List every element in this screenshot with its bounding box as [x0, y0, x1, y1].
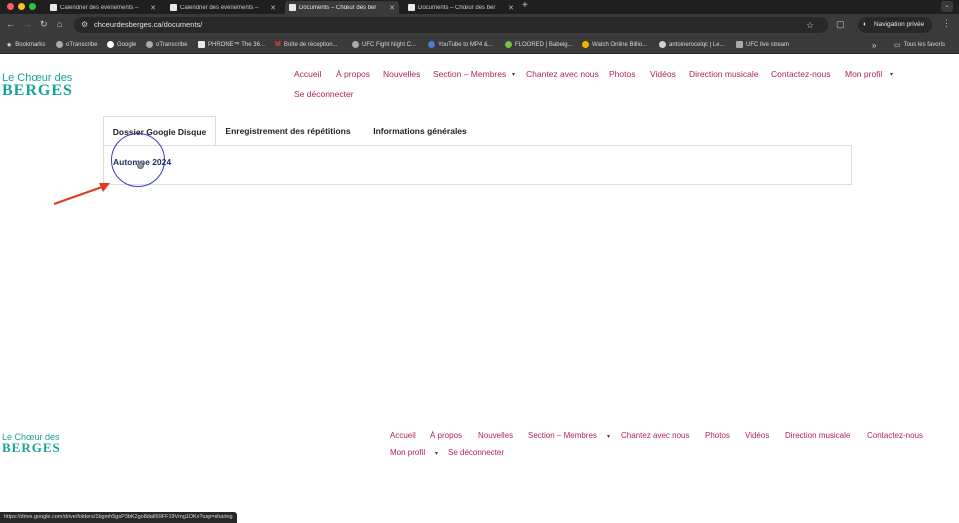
- nav-item-contactez-nous[interactable]: Contactez-nous: [771, 69, 831, 79]
- nav-item-a-propos[interactable]: À propos: [336, 69, 370, 79]
- back-arrow-icon[interactable]: ←: [6, 19, 15, 29]
- web-page: Le Chœur des BERGES Accueil À propos Nou…: [0, 55, 959, 523]
- folder-icon: ▭: [894, 42, 901, 49]
- site-favicon-icon: [289, 4, 296, 11]
- minimize-window-button[interactable]: [18, 3, 25, 10]
- globe-icon: [146, 41, 153, 48]
- bookmark-item[interactable]: YouTube to MP4 &...: [428, 41, 493, 48]
- close-tab-icon[interactable]: ✕: [150, 4, 156, 12]
- click-highlight-circle: [111, 133, 165, 187]
- bookmarks-overflow-button[interactable]: »: [872, 41, 876, 50]
- bookmark-item[interactable]: Google: [107, 41, 136, 48]
- gmail-icon: M: [275, 41, 281, 48]
- footer-nav-a-propos[interactable]: À propos: [430, 431, 462, 440]
- arrow-shaft: [53, 186, 103, 205]
- status-bar-url: https://drive.google.com/drive/folders/1…: [0, 512, 237, 523]
- nav-item-se-deconnecter[interactable]: Se déconnecter: [294, 89, 354, 99]
- bookmark-item[interactable]: FLOORED | Babeig...: [505, 41, 573, 48]
- cursor-pointer-icon: [137, 162, 144, 169]
- browser-tab-strip: Calendrier des événements – ✕ Calendrier…: [0, 0, 959, 14]
- close-tab-icon[interactable]: ✕: [270, 4, 276, 12]
- bookmark-item[interactable]: ★ Bookmarks: [6, 41, 45, 49]
- site-favicon-icon: [170, 4, 177, 11]
- nav-item-nouvelles[interactable]: Nouvelles: [383, 69, 420, 79]
- site-info-icon[interactable]: ⚙: [81, 20, 88, 29]
- nav-item-section-membres[interactable]: Section – Membres: [433, 69, 506, 79]
- incognito-icon: ◐: [863, 21, 868, 28]
- footer-nav-mon-profil[interactable]: Mon profil: [390, 448, 425, 457]
- globe-icon: [56, 41, 63, 48]
- bookmark-star-icon[interactable]: ☆: [806, 20, 814, 31]
- bookmark-icon: [198, 41, 205, 48]
- footer-nav-photos[interactable]: Photos: [705, 431, 730, 440]
- documents-tabs: Dossier Google Disque Enregistrement des…: [103, 116, 852, 146]
- footer-nav-chantez-avec-nous[interactable]: Chantez avec nous: [621, 431, 690, 440]
- chevron-down-icon[interactable]: ▾: [435, 450, 438, 457]
- url-text[interactable]: chceurdesberges.ca/documents/: [94, 20, 202, 29]
- window-controls: [7, 3, 36, 10]
- chevron-down-icon[interactable]: ▾: [607, 433, 610, 440]
- browser-tab[interactable]: Calendrier des événements – ✕: [166, 1, 280, 14]
- incognito-indicator[interactable]: ◐ Navigation privée: [858, 17, 932, 33]
- tab-panel: Automne 2024: [103, 145, 852, 185]
- footer-nav-contactez-nous[interactable]: Contactez-nous: [867, 431, 923, 440]
- footer-nav-accueil[interactable]: Accueil: [390, 431, 416, 440]
- all-bookmarks-folder[interactable]: ▭ Tous les favoris: [894, 41, 945, 49]
- tab-search-chevron-icon[interactable]: ⌄: [941, 1, 953, 12]
- browser-menu-icon[interactable]: ⋮: [942, 18, 951, 29]
- site-favicon-icon: [408, 4, 415, 11]
- bookmarks-bar: ★ Bookmarks oTranscribe Google oTranscrib…: [0, 36, 959, 54]
- reload-icon[interactable]: ↻: [40, 19, 48, 30]
- bookmark-item[interactable]: antoinerocelqc | Le...: [659, 41, 725, 48]
- bookmark-item[interactable]: UFC live stream: [736, 41, 789, 48]
- globe-icon: [736, 41, 743, 48]
- footer-nav-nouvelles[interactable]: Nouvelles: [478, 431, 513, 440]
- bookmark-item[interactable]: M Boîte de réception...: [275, 41, 338, 48]
- maximize-window-button[interactable]: [29, 3, 36, 10]
- bookmark-item[interactable]: Watch Online Billio...: [582, 41, 647, 48]
- nav-item-accueil[interactable]: Accueil: [294, 69, 321, 79]
- bookmark-item[interactable]: PHRONE™ The 36...: [198, 41, 265, 48]
- close-tab-icon[interactable]: ✕: [389, 4, 395, 12]
- nav-item-photos[interactable]: Photos: [609, 69, 635, 79]
- annotation-arrow-icon: [53, 183, 110, 205]
- nav-item-chantez-avec-nous[interactable]: Chantez avec nous: [526, 69, 599, 79]
- google-icon: [107, 41, 114, 48]
- globe-icon: [505, 41, 512, 48]
- footer-nav-videos[interactable]: Vidéos: [745, 431, 769, 440]
- star-icon: ★: [6, 42, 13, 49]
- footer-nav-section-membres[interactable]: Section – Membres: [528, 431, 597, 440]
- forward-arrow-icon[interactable]: →: [23, 19, 32, 29]
- site-favicon-icon: [50, 4, 57, 11]
- site-logo[interactable]: Le Chœur des BERGES: [2, 72, 73, 100]
- browser-tab-active[interactable]: Documents – Chœur des ber ✕: [285, 1, 399, 14]
- tab-informations-generales[interactable]: Informations générales: [365, 116, 475, 146]
- wordpress-icon: [659, 41, 666, 48]
- chevron-down-icon[interactable]: ▾: [512, 71, 515, 78]
- tab-enregistrement-repetitions[interactable]: Enregistrement des répétitions: [219, 116, 357, 146]
- close-tab-icon[interactable]: ✕: [508, 4, 514, 12]
- globe-icon: [428, 41, 435, 48]
- bookmark-item[interactable]: oTranscribe: [146, 41, 187, 48]
- nav-item-videos[interactable]: Vidéos: [650, 69, 676, 79]
- close-window-button[interactable]: [7, 3, 14, 10]
- browser-tab[interactable]: Calendrier des événements – ✕: [46, 1, 160, 14]
- footer-nav-direction-musicale[interactable]: Direction musicale: [785, 431, 850, 440]
- globe-icon: [352, 41, 359, 48]
- bookmark-item[interactable]: UFC Fight Night C...: [352, 41, 416, 48]
- chevron-down-icon[interactable]: ▾: [890, 71, 893, 78]
- home-icon[interactable]: ⌂: [57, 19, 62, 29]
- new-tab-button[interactable]: +: [522, 0, 528, 11]
- address-bar[interactable]: ⚙ chceurdesberges.ca/documents/ ☆: [74, 17, 828, 33]
- browser-tab[interactable]: Documents – Chœur des ber ✕: [404, 1, 518, 14]
- footer-logo[interactable]: Le Chœur des BERGES: [2, 432, 61, 456]
- globe-icon: [582, 41, 589, 48]
- browser-toolbar: ← → ↻ ⌂ ⚙ chceurdesberges.ca/documents/ …: [0, 14, 959, 36]
- extensions-icon[interactable]: ▢: [836, 19, 845, 30]
- footer-nav-se-deconnecter[interactable]: Se déconnecter: [448, 448, 504, 457]
- nav-item-mon-profil[interactable]: Mon profil: [845, 69, 882, 79]
- bookmark-item[interactable]: oTranscribe: [56, 41, 97, 48]
- nav-item-direction-musicale[interactable]: Direction musicale: [689, 69, 758, 79]
